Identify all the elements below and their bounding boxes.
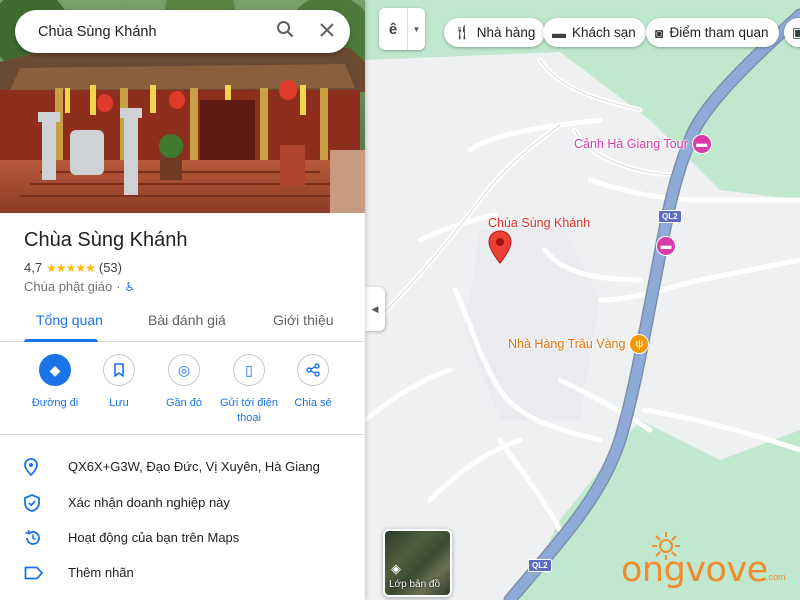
active-tab-indicator [24,339,98,342]
place-category[interactable]: Chùa phật giáo [24,279,112,294]
send-to-phone-button[interactable]: ▯ Gửi tới điện thoại [214,354,284,426]
nearby-button[interactable]: ◎ Gần đó [149,354,219,411]
place-side-panel: Chùa Sùng Khánh Chùa Sùng Khánh 4,7 ★★★★… [0,0,365,600]
action-label: Gần đó [165,397,203,409]
fork-knife-icon: ψ [629,334,650,354]
chevron-down-icon[interactable]: ▼ [408,25,425,34]
add-label-row[interactable]: Thêm nhãn [0,555,365,590]
save-button[interactable]: Lưu [84,354,154,411]
hotel-icon: ▬ [656,236,676,256]
tab-overview[interactable]: Tổng quan [36,312,103,328]
map-pin-icon [488,230,512,264]
poi-label: Nhà Hàng Trâu Vàng [508,337,626,351]
layers-button[interactable]: ◈ Lớp bản đồ [383,529,452,597]
nearby-search-icon: ◎ [168,354,200,386]
accessibility-icon: ♿︎ [124,279,136,294]
search-box[interactable]: Chùa Sùng Khánh [15,10,350,53]
bed-icon: ▬ [552,24,566,41]
watermark-text: ongvove [621,550,768,590]
chip-attractions[interactable]: ◙ Điểm tham quan [646,18,779,47]
tab-reviews[interactable]: Bài đánh giá [148,312,226,328]
hotel-icon: ▬ [691,134,712,154]
claim-business-text: Xác nhận doanh nghiệp này [68,495,230,510]
action-label: Gửi tới điện thoại [220,397,278,424]
search-input[interactable]: Chùa Sùng Khánh [38,24,272,40]
category-row: Chùa phật giáo · ♿︎ [24,279,135,294]
layers-label: Lớp bản đồ [389,579,441,590]
poi-hotel-near-road[interactable]: ▬ [656,236,676,256]
action-buttons: ◆ Đường đi Lưu ◎ Gần đó ▯ Gửi tới điện t… [0,343,365,435]
more-chip-icon: ▣ [792,24,800,40]
bookmark-icon [103,354,135,386]
collapse-panel-button[interactable]: ◀ [365,287,385,331]
directions-button[interactable]: ◆ Đường đi [20,354,90,411]
place-photo[interactable]: Chùa Sùng Khánh [0,0,365,213]
separator-dot: · [116,279,121,294]
layers-icon: ◈ [391,561,401,576]
location-pin-icon [0,457,68,476]
action-label: Đường đi [31,397,79,409]
verified-shield-icon [0,493,68,512]
chip-label: Điểm tham quan [669,25,769,40]
place-title: Chùa Sùng Khánh [24,229,188,251]
history-icon [0,529,68,547]
poi-label: Cảnh Hà Giang Tour [574,137,688,151]
address-row[interactable]: QX6X+G3W, Đạo Đức, Vị Xuyên, Hà Giang [0,449,365,484]
poi-canh-ha-giang-tour[interactable]: Cảnh Hà Giang Tour ▬ [574,134,712,154]
share-button[interactable]: Chia sẻ [278,354,348,411]
share-icon [297,354,329,386]
add-label-text: Thêm nhãn [68,565,134,580]
input-tools-glyph: ê [388,20,398,38]
maps-activity-text: Hoạt động của bạn trên Maps [68,530,240,545]
place-tabs: Tổng quan Bài đánh giá Giới thiệu [0,304,365,342]
chip-hotels[interactable]: ▬ Khách sạn [543,18,646,47]
label-icon [0,566,68,580]
chip-label: Nhà hàng [476,25,536,40]
maps-activity-row[interactable]: Hoạt động của bạn trên Maps [0,520,365,555]
rating-value: 4,7 [24,260,43,275]
tab-about[interactable]: Giới thiệu [273,312,334,328]
chevron-left-icon: ◀ [371,303,379,314]
address-text: QX6X+G3W, Đạo Đức, Vị Xuyên, Hà Giang [68,459,320,474]
watermark-logo: ongvove .com [618,532,788,590]
fork-knife-icon: 🍴︎ [453,24,471,40]
chip-restaurants[interactable]: 🍴︎ Nhà hàng [444,18,546,47]
camera-icon: ◙ [655,24,664,41]
chip-label: Khách sạn [572,25,636,40]
send-to-phone-icon: ▯ [233,354,265,386]
action-label: Chia sẻ [294,397,332,409]
directions-icon: ◆ [39,354,71,386]
claim-business-row[interactable]: Xác nhận doanh nghiệp này [0,485,365,520]
poi-nha-hang-trau-vang[interactable]: Nhà Hàng Trâu Vàng ψ [508,334,650,354]
star-rating-icon: ★★★★★ [46,260,96,275]
action-label: Lưu [109,397,129,409]
review-count[interactable]: (53) [99,260,122,275]
search-icon[interactable] [272,20,298,43]
input-tools-button[interactable]: ê ▼ [379,8,425,50]
road-shield-ql2: QL2 [528,559,552,572]
poi-label: Chùa Sùng Khánh [488,216,591,230]
road-shield-ql2: QL2 [658,210,682,223]
close-icon[interactable] [314,20,340,43]
rating-row[interactable]: 4,7 ★★★★★ (53) [24,260,122,275]
watermark-domain: .com [766,572,786,582]
